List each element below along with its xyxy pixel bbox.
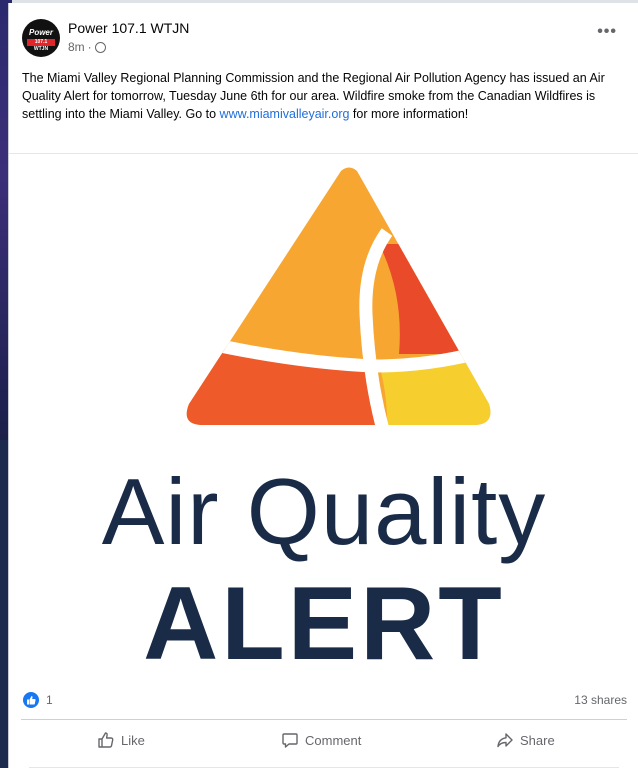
share-label: Share [520, 732, 555, 748]
divider [21, 719, 627, 720]
facebook-post-card: Power 107.1 WTJN Power 107.1 WTJN 8m · •… [8, 3, 638, 768]
avatar[interactable]: Power 107.1 WTJN [22, 19, 60, 57]
avatar-logo-sub: 107.1 WTJN [27, 39, 55, 52]
shares-count[interactable]: 13 shares [574, 693, 627, 707]
like-icon [98, 732, 114, 748]
like-label: Like [121, 732, 145, 748]
post-text-tail: for more information! [349, 107, 469, 121]
post-time[interactable]: 8m [68, 40, 85, 54]
post-link[interactable]: www.miamivalleyair.org [220, 107, 350, 121]
reaction-count[interactable]: 1 [46, 693, 53, 707]
comment-label: Comment [305, 732, 362, 748]
globe-icon [94, 41, 106, 53]
comment-button[interactable]: Comment [281, 731, 361, 749]
triangle-logo-icon [186, 167, 491, 425]
post-text: The Miami Valley Regional Planning Commi… [22, 69, 630, 123]
air-quality-alert-image[interactable]: Air Quality ALERT [9, 154, 638, 681]
page-name-link[interactable]: Power 107.1 WTJN [68, 20, 189, 36]
share-icon [497, 733, 513, 748]
post-header: Power 107.1 WTJN Power 107.1 WTJN 8m · •… [22, 19, 638, 59]
meta-separator: · [87, 40, 92, 54]
post-actions: Like Comment Share [9, 723, 638, 763]
share-button[interactable]: Share [496, 731, 555, 749]
comment-icon [282, 733, 298, 748]
reactions-bar: 1 13 shares [9, 684, 638, 718]
post-meta: 8m · [68, 40, 106, 54]
like-reaction-icon[interactable] [23, 692, 39, 708]
graphic-line-air-quality: Air Quality [101, 459, 547, 564]
graphic-line-alert: ALERT [143, 566, 505, 682]
avatar-logo-word: Power [28, 28, 53, 37]
like-button[interactable]: Like [97, 731, 145, 749]
more-options-button[interactable]: ••• [597, 24, 617, 40]
